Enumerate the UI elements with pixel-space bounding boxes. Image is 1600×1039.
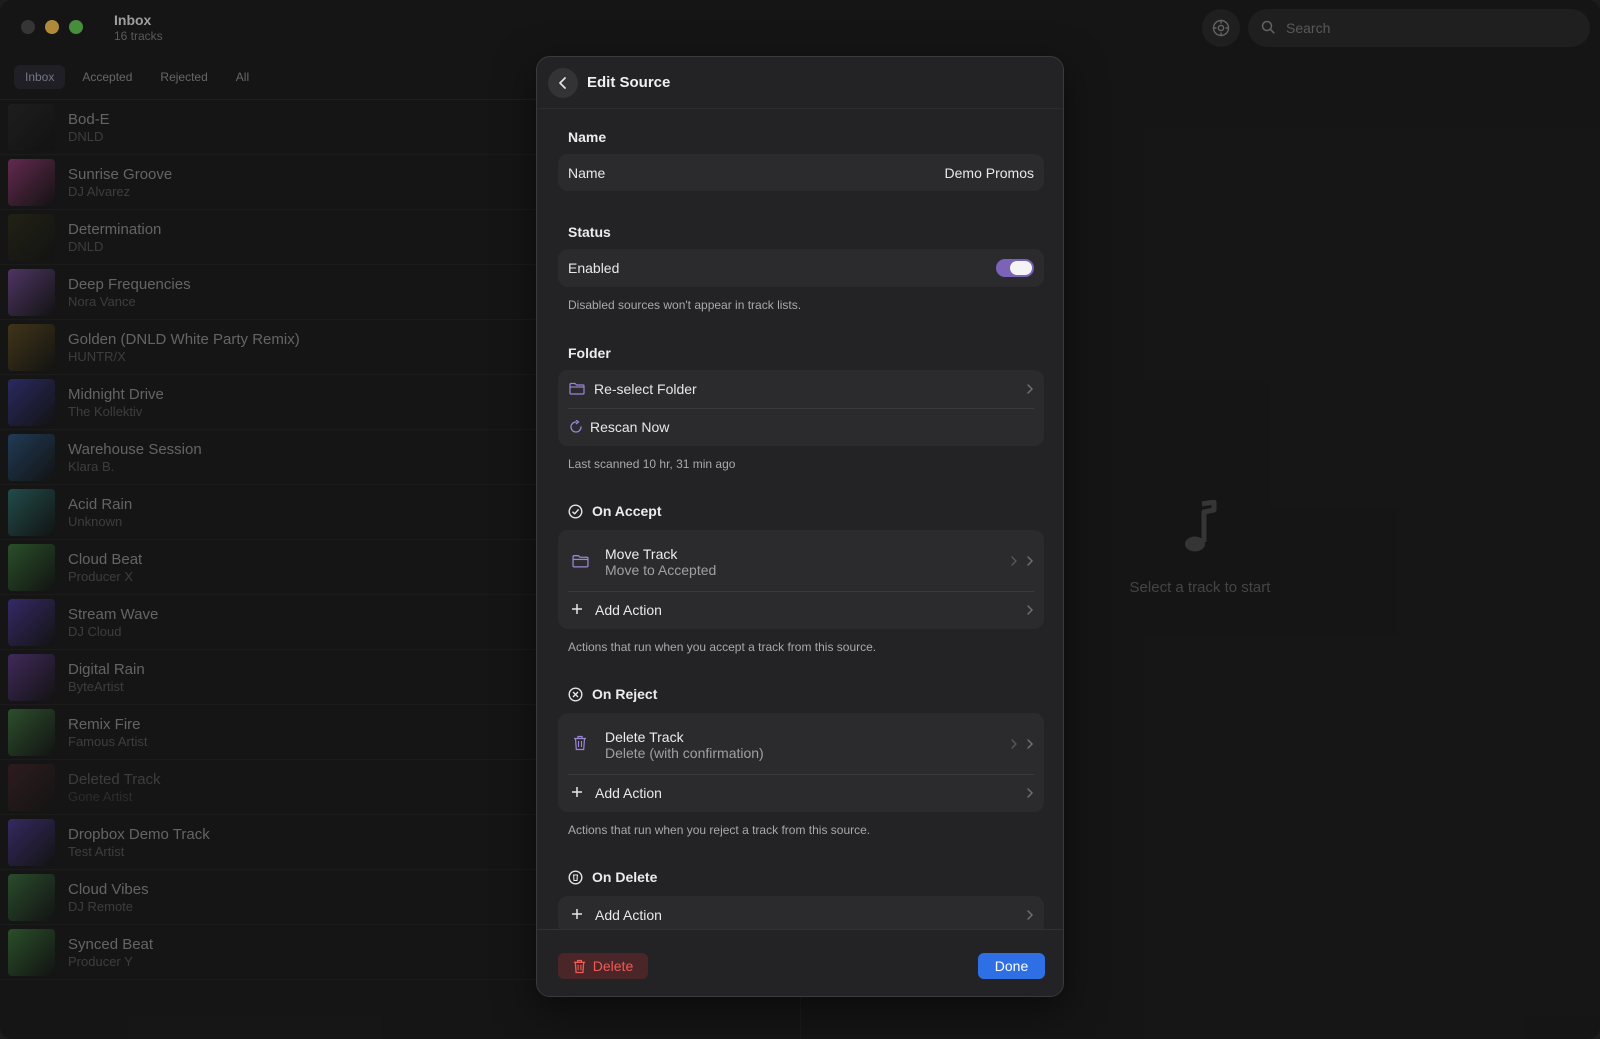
action-title: Delete Track — [605, 729, 684, 745]
delete-source-button[interactable]: Delete — [558, 953, 648, 979]
add-action-row[interactable]: Add Action — [558, 591, 1044, 629]
on-accept-section-header: On Accept — [568, 503, 662, 519]
reselect-folder-label: Re-select Folder — [594, 381, 697, 397]
delete-label: Delete — [592, 958, 634, 974]
last-scanned-note: Last scanned 10 hr, 31 min ago — [568, 457, 736, 471]
toggle-knob — [1010, 261, 1032, 275]
reselect-folder-row[interactable]: Re-select Folder — [558, 370, 1044, 408]
trash-circle-icon — [568, 869, 583, 885]
app-window: Inbox 16 tracks Inbox Accepted Rejected … — [0, 0, 1600, 1039]
name-label: Name — [568, 165, 606, 181]
sheet-footer: Delete Done — [537, 929, 1063, 996]
on-accept-note: Actions that run when you accept a track… — [568, 640, 877, 654]
status-note: Disabled sources won't appear in track l… — [568, 298, 802, 312]
chevron-right-icon — [1027, 556, 1034, 566]
trash-icon — [573, 959, 585, 973]
action-title: Move Track — [605, 546, 678, 562]
chevron-right-icon — [1027, 384, 1034, 394]
status-section-header: Status — [568, 224, 611, 240]
checkmark-circle-icon — [568, 503, 583, 519]
action-subtitle: Delete (with confirmation) — [605, 745, 764, 761]
on-reject-note: Actions that run when you reject a track… — [568, 823, 871, 837]
chevron-right-icon — [1027, 788, 1034, 798]
enabled-toggle[interactable] — [996, 259, 1034, 277]
move-track-action-row[interactable]: Move Track Move to Accepted — [558, 530, 1044, 591]
sheet-title: Edit Source — [587, 74, 671, 91]
folder-icon — [572, 555, 589, 568]
rescan-row[interactable]: Rescan Now — [558, 408, 1044, 446]
on-reject-section-header: On Reject — [568, 686, 657, 702]
folder-icon — [569, 382, 585, 395]
chevron-right-icon — [1011, 556, 1017, 566]
sheet-header: Edit Source — [537, 57, 1063, 109]
xmark-circle-icon — [568, 686, 583, 702]
add-action-row[interactable]: Add Action — [558, 774, 1044, 812]
chevron-right-icon — [1027, 605, 1034, 615]
rescan-label: Rescan Now — [590, 419, 670, 435]
delete-track-action-row[interactable]: Delete Track Delete (with confirmation) — [558, 713, 1044, 774]
done-button[interactable]: Done — [978, 953, 1045, 979]
refresh-icon — [570, 420, 582, 433]
plus-icon — [572, 909, 582, 919]
sheet-scroll-area[interactable]: Name Name Demo Promos Status Enabled Dis… — [537, 110, 1063, 985]
name-value-field[interactable]: Demo Promos — [945, 165, 1034, 181]
trash-icon — [574, 735, 586, 751]
enabled-label: Enabled — [568, 260, 620, 276]
plus-icon — [572, 604, 582, 614]
edit-source-sheet: Edit Source Name Name Demo Promos Status… — [536, 56, 1064, 997]
add-action-label: Add Action — [595, 785, 662, 801]
folder-section-header: Folder — [568, 345, 611, 361]
chevron-right-icon — [1027, 910, 1034, 920]
name-card: Name Demo Promos — [558, 154, 1044, 191]
name-section-header: Name — [568, 129, 607, 145]
chevron-left-icon — [559, 77, 566, 89]
plus-icon — [572, 787, 582, 797]
on-delete-section-header: On Delete — [568, 869, 657, 885]
on-reject-label: On Reject — [592, 686, 658, 702]
add-action-label: Add Action — [595, 907, 662, 923]
add-action-label: Add Action — [595, 602, 662, 618]
on-reject-card: Delete Track Delete (with confirmation) … — [558, 713, 1044, 812]
folder-card: Re-select Folder Rescan Now — [558, 370, 1044, 446]
back-button[interactable] — [548, 68, 578, 98]
on-accept-card: Move Track Move to Accepted Add Action — [558, 530, 1044, 629]
chevron-right-icon — [1027, 739, 1034, 749]
on-delete-label: On Delete — [592, 869, 658, 885]
chevron-right-icon — [1011, 739, 1017, 749]
status-card: Enabled — [558, 249, 1044, 287]
on-accept-label: On Accept — [592, 503, 662, 519]
action-subtitle: Move to Accepted — [605, 562, 717, 578]
